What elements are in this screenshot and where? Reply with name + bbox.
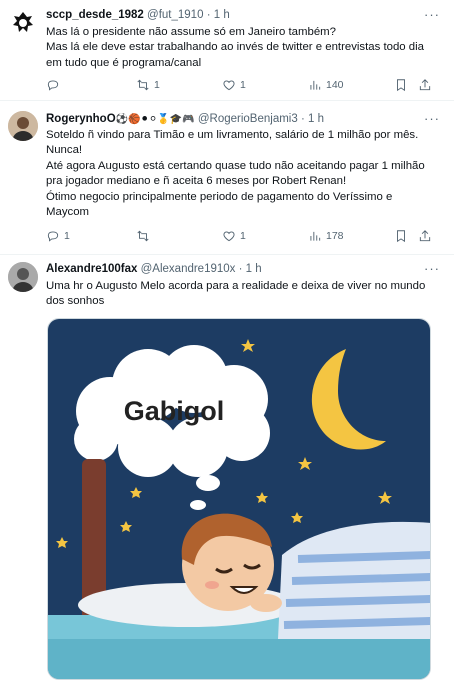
- tweet-line: Uma hr o Augusto Melo acorda para a real…: [46, 280, 426, 308]
- views-icon: [310, 80, 321, 90]
- user-handle[interactable]: @RogerioBenjami3: [198, 113, 298, 125]
- timestamp[interactable]: 1 h: [246, 263, 262, 275]
- more-options-icon[interactable]: ···: [424, 262, 440, 275]
- display-name[interactable]: RogerynhoO: [46, 113, 116, 125]
- tweet-line: Mas lá o presidente não assume só em Jan…: [46, 26, 336, 38]
- user-handle[interactable]: @fut_1910: [147, 9, 203, 21]
- action-bar: 1 1 178: [46, 229, 440, 245]
- avatar[interactable]: [8, 8, 38, 38]
- avatar[interactable]: [8, 262, 38, 292]
- view-count: 140: [326, 79, 344, 91]
- reply-icon: [47, 231, 59, 242]
- share-button[interactable]: [418, 78, 432, 92]
- tweet-line: Mas lá ele deve estar trabalhando ao inv…: [46, 41, 425, 69]
- tweet[interactable]: RogerynhoO⚽🏀⚫⚪🥇🎓🎮 @RogerioBenjami3 · 1 h…: [0, 101, 454, 255]
- club-crest-icon: [9, 9, 37, 37]
- repost-button[interactable]: 1: [136, 78, 160, 92]
- like-count: 1: [240, 230, 246, 242]
- tweet-line: Ótimo negocio principalmente periodo de …: [46, 190, 393, 219]
- view-count: 178: [326, 230, 344, 242]
- bookmark-button[interactable]: [394, 78, 408, 92]
- tweet-header: sccp_desde_1982 @fut_1910 · 1 h: [46, 8, 424, 23]
- sleeping-boy-illustration: Gabigol: [48, 319, 430, 679]
- tweet-header: Alexandre100fax @Alexandre1910x · 1 h: [46, 262, 424, 277]
- reply-icon: [47, 80, 59, 91]
- user-photo-icon: [8, 111, 38, 141]
- repost-count: 1: [154, 79, 160, 91]
- views-button[interactable]: 178: [308, 229, 344, 243]
- tweet-text: Uma hr o Augusto Melo acorda para a real…: [46, 279, 438, 310]
- name-emojis: ⚽🏀⚫⚪🥇🎓🎮: [115, 114, 195, 125]
- like-button[interactable]: 1: [222, 229, 246, 243]
- like-icon: [223, 231, 235, 242]
- avatar[interactable]: [8, 111, 38, 141]
- display-name[interactable]: Alexandre100fax: [46, 263, 137, 275]
- timestamp[interactable]: 1 h: [214, 9, 230, 21]
- bookmark-icon: [397, 79, 405, 92]
- views-button[interactable]: 140: [308, 78, 344, 92]
- user-handle[interactable]: @Alexandre1910x: [141, 263, 236, 275]
- more-options-icon[interactable]: ···: [424, 8, 440, 21]
- action-bar: 1 1 140: [46, 78, 440, 94]
- like-count: 1: [240, 79, 246, 91]
- timestamp[interactable]: 1 h: [308, 113, 324, 125]
- bookmark-icon: [397, 230, 405, 243]
- tweet-line: Soteldo ñ vindo para Timão e um livramen…: [46, 129, 419, 157]
- separator: ·: [238, 263, 243, 275]
- share-icon: [419, 230, 431, 242]
- share-button[interactable]: [418, 229, 432, 243]
- separator: ·: [300, 113, 305, 125]
- tweet-line: Até agora Augusto está certando quase tu…: [46, 159, 425, 188]
- bookmark-button[interactable]: [394, 229, 408, 243]
- tweet-text: Soteldo ñ vindo para Timão e um livramen…: [46, 128, 438, 220]
- like-button[interactable]: 1: [222, 78, 246, 92]
- tweet-image[interactable]: Gabigol: [47, 318, 431, 680]
- reply-button[interactable]: 1: [46, 229, 70, 243]
- tweet-text: Mas lá o presidente não assume só em Jan…: [46, 25, 438, 71]
- separator: ·: [206, 9, 211, 21]
- reply-button[interactable]: [46, 78, 64, 92]
- repost-button[interactable]: [136, 229, 154, 243]
- views-icon: [310, 231, 321, 241]
- repost-icon: [137, 230, 149, 242]
- share-icon: [419, 79, 431, 91]
- tweet-header: RogerynhoO⚽🏀⚫⚪🥇🎓🎮 @RogerioBenjami3 · 1 h: [46, 112, 424, 127]
- user-photo-icon: [8, 262, 38, 292]
- reply-count: 1: [64, 230, 70, 242]
- display-name[interactable]: sccp_desde_1982: [46, 9, 144, 21]
- dream-text: Gabigol: [124, 396, 225, 426]
- repost-icon: [137, 79, 149, 91]
- tweet[interactable]: sccp_desde_1982 @fut_1910 · 1 h ··· Mas …: [0, 0, 454, 101]
- like-icon: [223, 80, 235, 91]
- more-options-icon[interactable]: ···: [424, 112, 440, 125]
